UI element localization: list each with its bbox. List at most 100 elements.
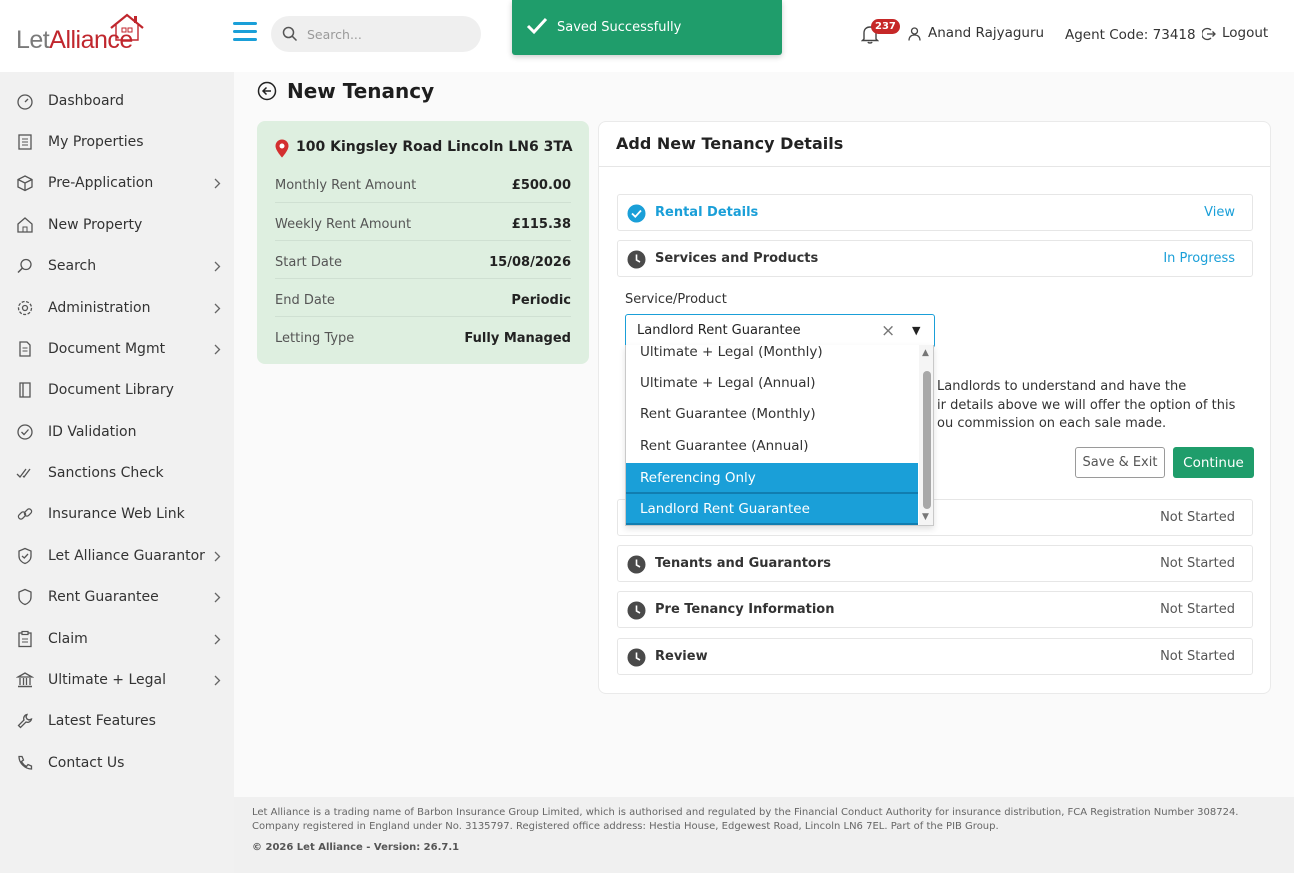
property-row-value: Periodic bbox=[511, 293, 571, 308]
property-row-label: Weekly Rent Amount bbox=[275, 217, 412, 232]
save-exit-button[interactable]: Save & Exit bbox=[1075, 447, 1165, 478]
sidebar-item-label: Insurance Web Link bbox=[48, 506, 185, 522]
clear-selection-icon[interactable]: × bbox=[881, 321, 895, 341]
continue-button[interactable]: Continue bbox=[1173, 447, 1254, 478]
dropdown-option-label: Referencing Only bbox=[640, 470, 756, 486]
sidebar-item-document-mgmt[interactable]: Document Mgmt bbox=[0, 331, 234, 367]
property-row-value: £500.00 bbox=[511, 178, 571, 193]
step-review[interactable]: Review Not Started bbox=[617, 638, 1253, 675]
let-alliance-logo[interactable]: LetAlliance bbox=[16, 12, 146, 56]
sidebar-item-label: ID Validation bbox=[48, 424, 137, 440]
step-status: Not Started bbox=[1160, 649, 1235, 664]
property-row: Weekly Rent Amount £115.38 bbox=[275, 202, 571, 240]
service-product-select[interactable]: Landlord Rent Guarantee × ▼ bbox=[625, 314, 935, 348]
book-icon bbox=[19, 382, 31, 398]
search-icon bbox=[17, 258, 32, 274]
shield-icon bbox=[18, 588, 32, 606]
sidebar-item-label: Dashboard bbox=[48, 93, 124, 109]
clock-icon bbox=[627, 555, 646, 574]
dropdown-option[interactable]: Ultimate + Legal (Annual) bbox=[626, 368, 918, 399]
search-icon bbox=[282, 26, 298, 42]
scroll-down-icon[interactable]: ▼ bbox=[922, 512, 929, 522]
back-arrow-icon[interactable] bbox=[257, 81, 277, 101]
sidebar-item-sanctions-check[interactable]: Sanctions Check bbox=[0, 455, 234, 491]
sidebar-item-let-alliance-guarantor[interactable]: Let Alliance Guarantor bbox=[0, 538, 234, 574]
sidebar-item-administration[interactable]: Administration bbox=[0, 290, 234, 326]
step-pre-tenancy-information[interactable]: Pre Tenancy Information Not Started bbox=[617, 591, 1253, 628]
property-row-value: £115.38 bbox=[511, 217, 571, 232]
step-view-link[interactable]: View bbox=[1204, 205, 1235, 220]
home-icon bbox=[17, 217, 33, 233]
property-row-label: Monthly Rent Amount bbox=[275, 178, 417, 193]
sidebar-item-label: Search bbox=[48, 258, 97, 274]
chevron-right-icon bbox=[214, 178, 221, 189]
location-pin-icon bbox=[275, 139, 289, 158]
dropdown-option-selected[interactable]: Referencing Only bbox=[626, 463, 918, 494]
property-row-label: End Date bbox=[275, 293, 335, 308]
clipboard-icon bbox=[18, 630, 32, 648]
dropdown-option-label: Ultimate + Legal (Annual) bbox=[640, 375, 816, 391]
sidebar: Dashboard My Properties Pre-Application … bbox=[0, 72, 234, 873]
dropdown-option[interactable]: Ultimate + Legal (Monthly) bbox=[626, 345, 918, 368]
step-name: Pre Tenancy Information bbox=[655, 602, 835, 617]
step-services-and-products[interactable]: Services and Products In Progress bbox=[617, 240, 1253, 277]
sidebar-item-claim[interactable]: Claim bbox=[0, 621, 234, 657]
step-name: Rental Details bbox=[655, 205, 759, 220]
sidebar-item-label: My Properties bbox=[48, 134, 144, 150]
step-status: Not Started bbox=[1160, 510, 1235, 525]
sidebar-item-label: Claim bbox=[48, 631, 88, 647]
sidebar-item-dashboard[interactable]: Dashboard bbox=[0, 83, 234, 119]
dropdown-arrow-icon[interactable]: ▼ bbox=[912, 324, 920, 337]
sidebar-item-new-property[interactable]: New Property bbox=[0, 207, 234, 243]
sidebar-item-document-library[interactable]: Document Library bbox=[0, 372, 234, 408]
service-product-dropdown: Ultimate + Legal (Monthly) Ultimate + Le… bbox=[625, 345, 934, 526]
double-check-icon bbox=[16, 468, 31, 478]
step-tenants-and-guarantors[interactable]: Tenants and Guarantors Not Started bbox=[617, 545, 1253, 582]
step-status: In Progress bbox=[1163, 251, 1235, 266]
sidebar-item-label: Pre-Application bbox=[48, 175, 154, 191]
success-toast: Saved Successfully bbox=[512, 0, 782, 55]
sidebar-item-label: Latest Features bbox=[48, 713, 156, 729]
chevron-right-icon bbox=[214, 303, 221, 314]
info-line: ir details above we will offer the optio… bbox=[937, 397, 1236, 413]
sidebar-item-ultimate-legal[interactable]: Ultimate + Legal bbox=[0, 662, 234, 698]
logout-label: Logout bbox=[1222, 25, 1269, 41]
sidebar-item-my-properties[interactable]: My Properties bbox=[0, 124, 234, 160]
scrollbar-thumb[interactable] bbox=[923, 371, 931, 509]
dropdown-option-label: Ultimate + Legal (Monthly) bbox=[640, 345, 823, 360]
dropdown-option-label: Rent Guarantee (Annual) bbox=[640, 438, 809, 454]
step-name: Tenants and Guarantors bbox=[655, 556, 832, 571]
sidebar-item-rent-guarantee[interactable]: Rent Guarantee bbox=[0, 579, 234, 615]
check-circle-icon bbox=[17, 424, 33, 440]
sidebar-item-label: Sanctions Check bbox=[48, 465, 164, 481]
sidebar-item-label: Document Library bbox=[48, 382, 174, 398]
service-product-value: Landlord Rent Guarantee bbox=[637, 323, 801, 338]
sidebar-item-label: Contact Us bbox=[48, 755, 125, 771]
dropdown-option-selected[interactable]: Landlord Rent Guarantee bbox=[626, 494, 918, 525]
menu-toggle-button[interactable] bbox=[233, 22, 257, 44]
agent-code: Agent Code: 73418 bbox=[1065, 27, 1196, 43]
step-rental-details[interactable]: Rental Details View bbox=[617, 194, 1253, 231]
link-icon bbox=[17, 508, 33, 520]
search-input[interactable] bbox=[307, 24, 467, 44]
clock-icon bbox=[627, 250, 646, 269]
sidebar-item-insurance-web-link[interactable]: Insurance Web Link bbox=[0, 496, 234, 532]
sidebar-item-contact-us[interactable]: Contact Us bbox=[0, 745, 234, 781]
property-row: End Date Periodic bbox=[275, 278, 571, 316]
dropdown-scrollbar[interactable]: ▲ ▼ bbox=[919, 345, 933, 525]
sidebar-item-latest-features[interactable]: Latest Features bbox=[0, 703, 234, 739]
sidebar-item-label: New Property bbox=[48, 217, 143, 233]
sidebar-item-id-validation[interactable]: ID Validation bbox=[0, 414, 234, 450]
shield-check-icon bbox=[18, 547, 32, 565]
dropdown-option[interactable]: Rent Guarantee (Monthly) bbox=[626, 399, 918, 430]
info-line: ou commission on each sale made. bbox=[937, 416, 1167, 431]
wrench-icon bbox=[17, 713, 33, 729]
step-name: Review bbox=[655, 649, 708, 664]
scroll-up-icon[interactable]: ▲ bbox=[922, 348, 929, 358]
property-row: Letting Type Fully Managed bbox=[275, 316, 571, 354]
user-name: Anand Rajyaguru bbox=[928, 25, 1045, 41]
dropdown-option[interactable]: Rent Guarantee (Annual) bbox=[626, 431, 918, 462]
notification-count-badge[interactable]: 237 bbox=[871, 19, 900, 34]
sidebar-item-pre-application[interactable]: Pre-Application bbox=[0, 165, 234, 201]
sidebar-item-search[interactable]: Search bbox=[0, 248, 234, 284]
